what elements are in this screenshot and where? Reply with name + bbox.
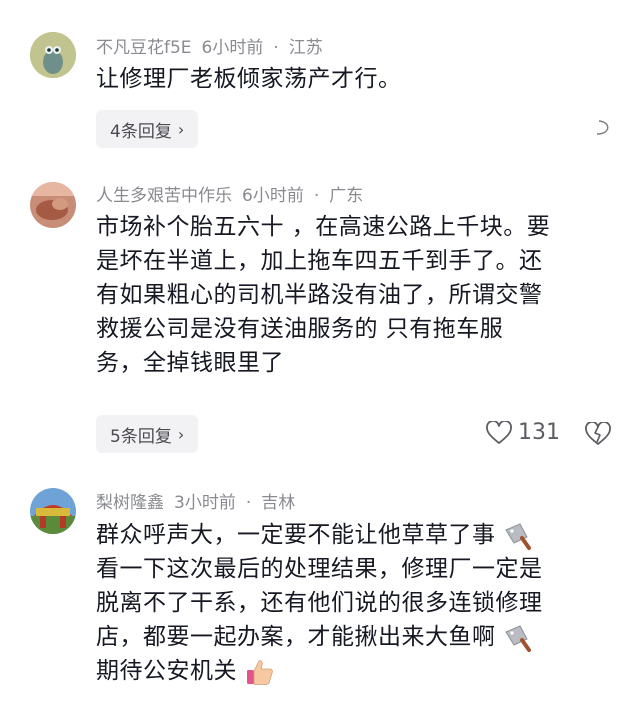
comment-line: 市场补个胎五六十 ，在高速公路上千块。要 <box>96 214 551 240</box>
reply-count-label: 5条回复 <box>110 426 172 447</box>
comment-1: 不凡豆花f5E 6小时前 · 江苏 让修理厂老板倾家荡产才行。 4条回复 › <box>0 0 640 160</box>
comment-2: 人生多艰苦中作乐 6小时前 · 广东 市场补个胎五六十 ，在高速公路上千块。要 是坏在… <box>0 160 640 480</box>
chevron-right-icon: › <box>177 119 185 139</box>
avatar-image <box>30 32 76 78</box>
username[interactable]: 不凡豆花f5E <box>96 38 192 58</box>
comment-line: 是坏在半道上，加上拖车四五千到手了。还 <box>96 248 543 274</box>
heart-outline-icon <box>486 420 512 444</box>
avatar[interactable] <box>30 32 76 78</box>
cleaver-emoji <box>505 624 532 652</box>
comment-line: 期待公安机关 <box>96 654 616 688</box>
comment-line: 救援公司是没有送油服务的 只有拖车服 <box>96 316 504 342</box>
timestamp: 6小时前 <box>242 186 304 206</box>
comment-meta: 不凡豆花f5E 6小时前 · 江苏 <box>96 33 333 58</box>
timestamp: 6小时前 <box>201 38 264 58</box>
separator: · <box>245 493 252 513</box>
avatar[interactable] <box>30 488 76 534</box>
comment-line: 看一下这次最后的处理结果，修理厂一定是 <box>96 556 543 582</box>
comment-line: 群众呼声大，一定要不能让他草草了事 <box>96 518 616 552</box>
chevron-right-icon: › <box>177 424 185 444</box>
thumbs-up-emoji <box>246 659 273 685</box>
comment-line-text: 期待公安机关 <box>96 658 237 684</box>
location: 江苏 <box>288 38 323 58</box>
comment-line: 有如果粗心的司机半路没有油了，所谓交警 <box>96 282 543 308</box>
avatar-image <box>30 182 76 228</box>
broken-heart-icon <box>585 421 611 445</box>
comment-text: 群众呼声大，一定要不能让他草草了事 看一下这次最后的处理结果，修理厂一定是 脱离… <box>96 518 616 688</box>
view-replies-button[interactable]: 5条回复 › <box>96 415 199 453</box>
view-replies-button[interactable]: 4条回复 › <box>96 110 199 148</box>
separator: · <box>273 38 279 58</box>
separator: · <box>313 186 320 206</box>
username[interactable]: 人生多艰苦中作乐 <box>96 186 232 206</box>
cleaver-emoji <box>505 522 532 550</box>
comment-meta: 梨树隆鑫 3小时前 · 吉林 <box>96 488 305 513</box>
comment-text: 市场补个胎五六十 ，在高速公路上千块。要 是坏在半道上，加上拖车四五千到手了。还… <box>96 210 616 380</box>
like-button[interactable]: 131 <box>486 420 560 445</box>
scroll-fade-indicator <box>465 118 615 136</box>
comment-line-text: 群众呼声大，一定要不能让他草草了事 <box>96 522 496 548</box>
avatar-image <box>30 488 76 534</box>
like-count: 131 <box>518 420 560 445</box>
timestamp: 3小时前 <box>174 493 236 513</box>
location: 吉林 <box>261 493 296 513</box>
avatar[interactable] <box>30 182 76 228</box>
reply-count-label: 4条回复 <box>110 121 172 142</box>
comment-3: 梨树隆鑫 3小时前 · 吉林 群众呼声大，一定要不能让他草草了事 看一下这次最后的处理… <box>0 480 640 714</box>
comment-meta: 人生多艰苦中作乐 6小时前 · 广东 <box>96 181 373 206</box>
comment-text: 让修理厂老板倾家荡产才行。 <box>96 66 402 92</box>
dislike-button[interactable] <box>585 421 611 450</box>
username[interactable]: 梨树隆鑫 <box>96 493 164 513</box>
comment-line-text: 店，都要一起办案，才能揪出来大鱼啊 <box>96 624 496 650</box>
comment-line: 店，都要一起办案，才能揪出来大鱼啊 <box>96 620 616 654</box>
comment-line: 务，全掉钱眼里了 <box>96 350 284 376</box>
location: 广东 <box>329 186 364 206</box>
comment-line: 脱离不了干系，还有他们说的很多连锁修理 <box>96 590 543 616</box>
